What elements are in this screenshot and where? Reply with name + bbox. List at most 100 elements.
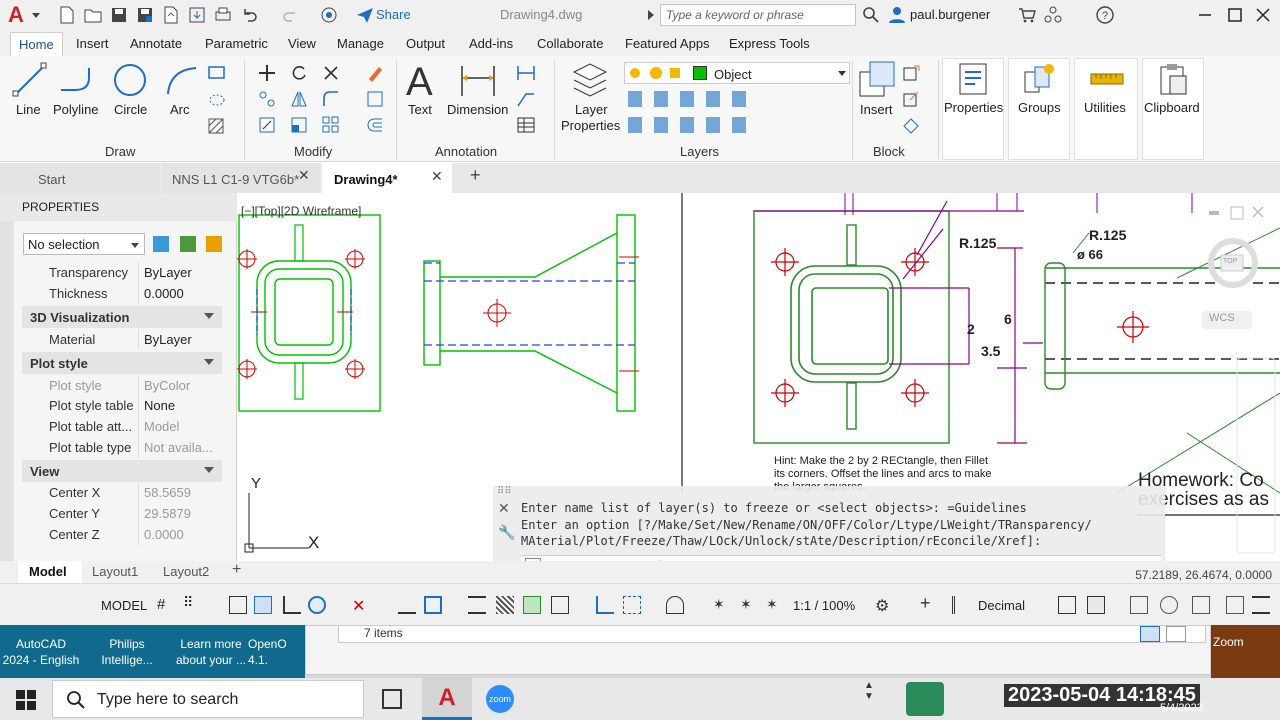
rectangle-tool-icon[interactable] <box>208 66 226 83</box>
arc-tool-icon[interactable] <box>164 64 200 101</box>
boundary-tool-icon[interactable] <box>208 118 226 137</box>
layer-properties-icon[interactable] <box>570 60 610 101</box>
viewcube-top-label[interactable]: TOP <box>1223 258 1237 265</box>
sun-icon[interactable] <box>650 67 662 79</box>
clean-screen-icon[interactable] <box>1192 596 1210 614</box>
new-tab-icon[interactable]: + <box>470 165 481 186</box>
mirror-icon[interactable] <box>290 90 308 111</box>
plot-icon[interactable] <box>214 6 232 24</box>
property-row-transparency[interactable]: Transparency ByLayer <box>22 262 222 283</box>
user-name[interactable]: paul.burgener <box>910 7 990 22</box>
layer-tools-row2[interactable] <box>628 117 752 133</box>
customization-menu-icon[interactable] <box>1252 596 1270 614</box>
tab-add-ins[interactable]: Add-ins <box>469 36 513 51</box>
stretch-icon[interactable] <box>258 116 276 137</box>
insert-block-icon[interactable] <box>858 60 896 101</box>
tab-output[interactable]: Output <box>406 36 445 51</box>
collapse-arrow-icon[interactable] <box>204 359 214 365</box>
selection-dropdown[interactable]: No selection <box>23 233 145 255</box>
tab-view[interactable]: View <box>288 36 316 51</box>
array-icon[interactable] <box>322 116 340 137</box>
lightbulb-icon[interactable] <box>630 68 640 78</box>
property-value[interactable]: ByLayer <box>144 265 192 280</box>
property-row-thickness[interactable]: Thickness 0.0000 <box>22 283 222 304</box>
selection-dropdown-arrow-icon[interactable] <box>131 243 139 248</box>
modify-panel-title[interactable]: Modify <box>294 144 332 159</box>
block-attribute-icon[interactable] <box>902 116 920 137</box>
fullscreen-icon[interactable] <box>1226 596 1244 614</box>
property-row-material[interactable]: Material ByLayer <box>22 329 222 350</box>
details-view-icon[interactable] <box>1140 626 1160 642</box>
autocad-logo[interactable]: A <box>8 3 28 27</box>
maximize-icon[interactable] <box>1226 6 1244 24</box>
new-layout-icon[interactable]: + <box>232 561 241 579</box>
close-tab-icon[interactable]: ✕ <box>298 167 310 184</box>
share-icon[interactable] <box>356 6 374 24</box>
desktop-item-learn-more[interactable]: Learn more about your ... <box>172 636 250 668</box>
isolate-objects-icon[interactable] <box>1130 596 1148 614</box>
annotation-monitor-icon[interactable]: + <box>920 593 938 613</box>
insert-label[interactable]: Insert <box>860 102 893 117</box>
properties-label[interactable]: Properties <box>944 100 1003 115</box>
selection-cycling-icon[interactable] <box>523 596 541 614</box>
save-icon[interactable] <box>110 6 128 24</box>
windows-start-icon[interactable] <box>16 690 36 713</box>
taskbar-search-icon[interactable] <box>66 690 86 713</box>
layer-dropdown-arrow-icon[interactable] <box>838 71 846 76</box>
search-icon[interactable] <box>862 6 880 24</box>
annotation-scale-icon[interactable]: ✶ <box>766 596 784 614</box>
measure-ruler-icon[interactable] <box>1090 72 1124 89</box>
property-row-center-x[interactable]: Center X 58.5659 <box>22 482 222 503</box>
cart-icon[interactable] <box>1018 6 1036 24</box>
properties-icon[interactable] <box>956 62 990 99</box>
groups-label[interactable]: Groups <box>1018 100 1061 115</box>
workspace-icon[interactable] <box>320 6 338 24</box>
line-tool-label[interactable]: Line <box>16 102 41 117</box>
trim-icon[interactable] <box>322 64 340 85</box>
fillet-icon[interactable] <box>322 90 340 111</box>
layer-properties-label-2[interactable]: Properties <box>561 118 620 133</box>
groups-icon[interactable] <box>1022 62 1056 99</box>
property-row-plot-table-type[interactable]: Plot table type Not availa... <box>22 437 222 458</box>
snap-icon[interactable]: ⠿ <box>183 594 193 611</box>
share-button[interactable]: Share <box>376 7 411 22</box>
save-web-icon[interactable] <box>188 6 206 24</box>
task-view-icon[interactable] <box>382 689 402 709</box>
file-tab-start[interactable]: Start <box>0 163 160 193</box>
close-icon[interactable] <box>1254 6 1272 24</box>
taskbar-autocad[interactable]: A <box>422 678 472 720</box>
collapse-arrow-icon[interactable] <box>204 467 214 473</box>
undo-icon[interactable] <box>240 6 258 24</box>
arc-tool-label[interactable]: Arc <box>170 102 190 117</box>
layout-tab-layout2[interactable]: Layout2 <box>163 564 209 579</box>
zoom-taskbar-icon[interactable]: zoom <box>486 685 514 713</box>
scale-icon[interactable] <box>290 116 308 137</box>
auto-scale-icon[interactable]: ✶ <box>740 596 758 614</box>
transparency-icon[interactable] <box>496 596 514 614</box>
hardware-acceleration-icon[interactable] <box>1160 596 1178 614</box>
open-web-icon[interactable] <box>162 6 180 24</box>
redo-icon[interactable] <box>282 6 300 24</box>
offset-icon[interactable] <box>366 116 384 137</box>
units-icon[interactable] <box>952 596 970 614</box>
object-snap-icon[interactable] <box>424 596 442 614</box>
new-file-icon[interactable] <box>58 6 76 24</box>
rotate-icon[interactable] <box>290 64 308 85</box>
edit-block-icon[interactable] <box>902 90 920 111</box>
tab-parametric[interactable]: Parametric <box>205 36 268 51</box>
text-tool-label[interactable]: Text <box>408 102 432 117</box>
dimension-tool-icon[interactable] <box>458 64 498 101</box>
section-view[interactable]: View <box>22 460 222 482</box>
polyline-tool-icon[interactable] <box>58 64 94 101</box>
close-tab-icon[interactable]: ✕ <box>431 168 443 185</box>
search-input[interactable]: Type a keyword or phrase <box>660 4 856 26</box>
open-file-icon[interactable] <box>84 6 102 24</box>
table-icon[interactable] <box>516 116 536 137</box>
workspace-gear-icon[interactable]: ⚙ <box>875 596 893 615</box>
tab-insert[interactable]: Insert <box>76 36 109 51</box>
lock-ui-icon[interactable] <box>1087 596 1105 614</box>
close-command-icon[interactable]: ✕ <box>498 500 510 517</box>
file-tab-nns[interactable]: NNS L1 C1-9 VTG6b* <box>162 163 320 193</box>
property-row-center-y[interactable]: Center Y 29.5879 <box>22 503 222 524</box>
leader-icon[interactable] <box>516 90 536 111</box>
